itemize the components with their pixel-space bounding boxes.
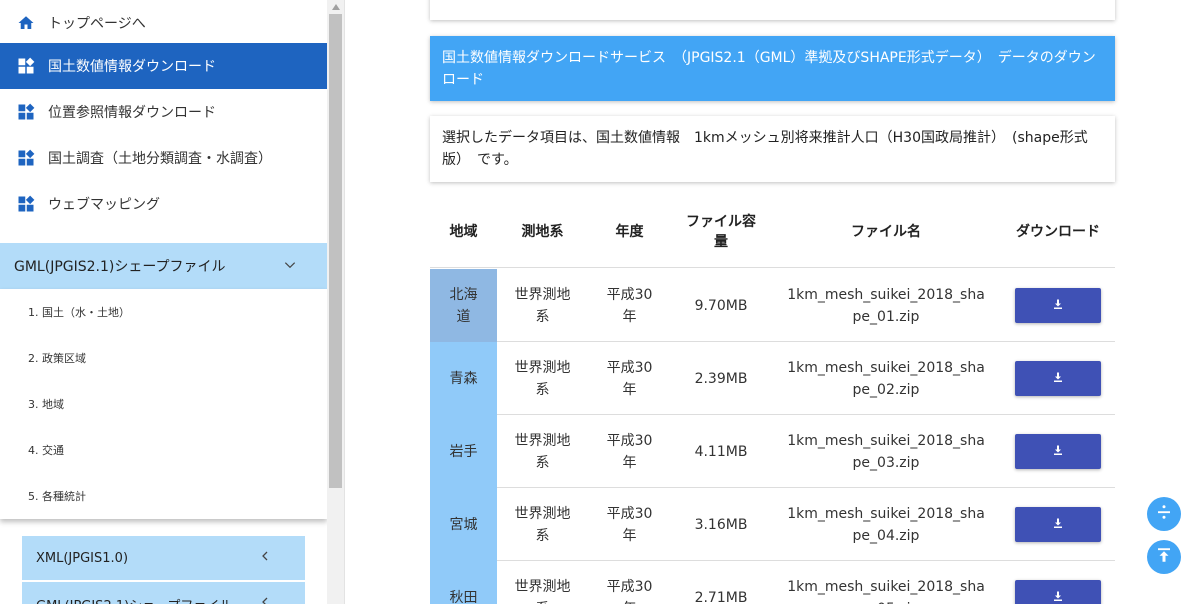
sidebar-item-label: 国土数値情報ダウンロード [48, 59, 216, 75]
sub-item-traffic[interactable]: 4. 交通 [28, 427, 64, 473]
year-cell: 平成30年 [606, 578, 653, 604]
chevron-down-icon [283, 258, 297, 276]
file-name-cell: 1km_mesh_suikei_2018_shape_03.zip [787, 432, 985, 471]
download-button[interactable] [1015, 361, 1101, 396]
region-cell: 北海道 [430, 269, 497, 342]
header-datum: 測地系 [521, 224, 564, 240]
vertical-align-top-icon [1155, 546, 1173, 568]
sidebar-item-ksj-download[interactable]: 国土数値情報ダウンロード [0, 43, 327, 89]
gml-sub-panel: 1. 国土（水・土地） 2. 政策区域 3. 地域 4. 交通 5. 各種統計 [0, 289, 327, 519]
sub-item-region[interactable]: 3. 地域 [28, 381, 64, 427]
file-name-cell: 1km_mesh_suikei_2018_shape_04.zip [787, 505, 985, 544]
sidebar-item-label: GML(JPGIS2.1)シェープファイル [36, 595, 232, 604]
download-cell [1001, 342, 1115, 415]
download-button[interactable] [1015, 288, 1101, 323]
divide-float-button[interactable] [1147, 497, 1181, 531]
gml-group-header[interactable]: GML(JPGIS2.1)シェープファイル [0, 243, 327, 289]
table-row: 青森 世界測地系 平成30年 2.39MB 1km_mesh_suikei_20… [430, 342, 1115, 415]
region-cell: 秋田 [430, 561, 497, 604]
download-cell [1001, 269, 1115, 342]
home-icon [16, 13, 36, 33]
size-cell: 2.39MB [694, 370, 748, 387]
sidebar-item-label: トップページへ [48, 16, 146, 32]
header-file-size: ファイル容量 [686, 214, 756, 250]
table-row: 岩手 世界測地系 平成30年 4.11MB 1km_mesh_suikei_20… [430, 415, 1115, 488]
selection-info-card: 選択したデータ項目は、国土数値情報 1kmメッシュ別将来推計人口（H30国政局推… [430, 116, 1115, 182]
header-year: 年度 [615, 224, 644, 240]
region-cell: 宮城 [430, 488, 497, 561]
download-cell [1001, 415, 1115, 488]
file-name-cell: 1km_mesh_suikei_2018_shape_01.zip [787, 286, 985, 325]
region-cell: 青森 [430, 342, 497, 415]
download-button[interactable] [1015, 580, 1101, 604]
grid-icon [16, 56, 36, 76]
datum-cell: 世界測地系 [514, 432, 571, 471]
sidebar: トップページへ 国土数値情報ダウンロード 位置参照情報ダウンロード 国土調査（土… [0, 0, 345, 604]
sidebar-item-gml-jpgis21[interactable]: GML(JPGIS2.1)シェープファイル [22, 582, 305, 604]
main-content: 国土数値情報ダウンロードサービス （JPGIS2.1（GML）準拠及びSHAPE… [345, 0, 1200, 604]
download-button[interactable] [1015, 507, 1101, 542]
sidebar-item-location-download[interactable]: 位置参照情報ダウンロード [0, 89, 327, 135]
top-card [430, 0, 1115, 20]
download-button[interactable] [1015, 434, 1101, 469]
chevron-left-icon [259, 549, 271, 567]
sidebar-item-land-survey[interactable]: 国土調査（土地分類調査・水調査） [0, 135, 327, 181]
download-cell [1001, 561, 1115, 604]
sidebar-item-web-mapping[interactable]: ウェブマッピング [0, 181, 327, 227]
table-row: 宮城 世界測地系 平成30年 3.16MB 1km_mesh_suikei_20… [430, 488, 1115, 561]
page-title: 国土数値情報ダウンロードサービス （JPGIS2.1（GML）準拠及びSHAPE… [442, 50, 1096, 88]
scrollbar-thumb[interactable] [329, 14, 342, 488]
download-icon [1052, 441, 1064, 463]
year-cell: 平成30年 [606, 432, 653, 471]
sub-item-policy-area[interactable]: 2. 政策区域 [28, 335, 86, 381]
table-row: 秋田 世界測地系 平成30年 2.71MB 1km_mesh_suikei_20… [430, 561, 1115, 604]
table-header: 地域 測地系 年度 ファイル容量 ファイル名 ダウンロード [430, 196, 1115, 268]
year-cell: 平成30年 [606, 359, 653, 398]
region-cell: 岩手 [430, 415, 497, 488]
header-file-name: ファイル名 [851, 224, 921, 240]
chevron-left-icon [259, 595, 271, 604]
sidebar-item-label: ウェブマッピング [48, 197, 160, 213]
sidebar-item-top-page[interactable]: トップページへ [0, 0, 327, 46]
sidebar-item-label: 位置参照情報ダウンロード [48, 105, 216, 121]
download-cell [1001, 488, 1115, 561]
sidebar-item-xml-jpgis10[interactable]: XML(JPGIS1.0) [22, 536, 305, 580]
grid-icon [16, 194, 36, 214]
scroll-up-arrow-icon[interactable] [327, 0, 344, 14]
datum-cell: 世界測地系 [514, 578, 571, 604]
divide-icon [1155, 503, 1173, 525]
size-cell: 4.11MB [694, 443, 748, 460]
download-icon [1052, 368, 1064, 390]
sidebar-item-label: 国土調査（土地分類調査・水調査） [48, 151, 272, 167]
sub-item-statistics[interactable]: 5. 各種統計 [28, 473, 86, 519]
gml-group-label: GML(JPGIS2.1)シェープファイル [14, 259, 226, 275]
datum-cell: 世界測地系 [514, 359, 571, 398]
file-name-cell: 1km_mesh_suikei_2018_shape_05.zip [787, 578, 985, 604]
download-icon [1052, 295, 1064, 317]
datum-cell: 世界測地系 [514, 505, 571, 544]
grid-icon [16, 102, 36, 122]
scroll-to-top-button[interactable] [1147, 540, 1181, 574]
sub-item-land-water[interactable]: 1. 国土（水・土地） [28, 289, 130, 335]
file-name-cell: 1km_mesh_suikei_2018_shape_02.zip [787, 359, 985, 398]
grid-icon [16, 148, 36, 168]
selection-info-text: 選択したデータ項目は、国土数値情報 1kmメッシュ別将来推計人口（H30国政局推… [442, 130, 1088, 168]
sidebar-scrollbar[interactable] [327, 0, 344, 604]
download-icon [1052, 514, 1064, 536]
header-region: 地域 [449, 224, 478, 240]
size-cell: 3.16MB [694, 516, 748, 533]
sidebar-item-label: XML(JPGIS1.0) [36, 550, 129, 566]
page-title-banner: 国土数値情報ダウンロードサービス （JPGIS2.1（GML）準拠及びSHAPE… [430, 36, 1115, 101]
download-icon [1052, 587, 1064, 604]
year-cell: 平成30年 [606, 286, 653, 325]
table-row: 北海道 世界測地系 平成30年 9.70MB 1km_mesh_suikei_2… [430, 269, 1115, 342]
datum-cell: 世界測地系 [514, 286, 571, 325]
header-download: ダウンロード [1016, 224, 1100, 240]
year-cell: 平成30年 [606, 505, 653, 544]
size-cell: 2.71MB [694, 589, 748, 604]
size-cell: 9.70MB [694, 297, 748, 314]
